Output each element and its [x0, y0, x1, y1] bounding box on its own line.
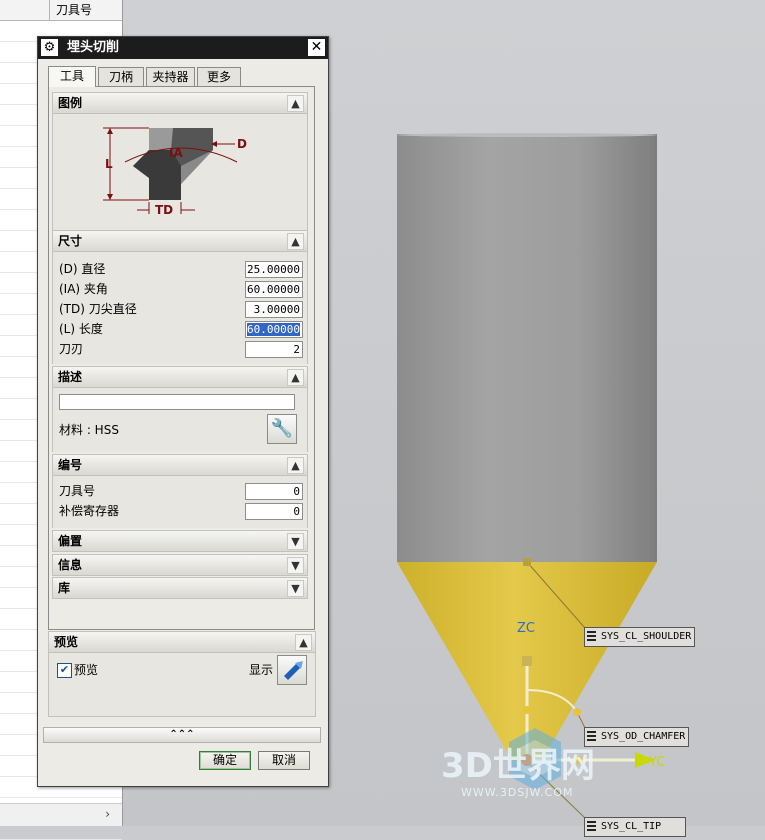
section-description-header[interactable]: 描述 ▲ — [52, 366, 308, 388]
axis-y-label: YC — [648, 755, 665, 770]
flutes-input[interactable]: 2 — [245, 341, 303, 358]
show-button[interactable] — [277, 655, 307, 685]
grip-icon — [587, 731, 596, 743]
section-description-label: 描述 — [58, 370, 83, 384]
section-library-header[interactable]: 库 ▼ — [52, 577, 308, 599]
collapse-icon[interactable]: ▲ — [287, 95, 304, 112]
dimensions-body: (D) 直径 25.00000 (IA) 夹角 60.00000 (TD) 刀尖… — [52, 252, 308, 364]
legend-body: L IA D TD — [52, 114, 308, 230]
dialog-title: 埋头切削 — [67, 40, 120, 55]
description-body: 材料 : HSS 🔧 — [52, 388, 308, 452]
tab-holder[interactable]: 刀柄 — [98, 67, 144, 87]
numbering-body: 刀具号 0 补偿寄存器 0 — [52, 476, 308, 528]
field-register-label: 补偿寄存器 — [59, 504, 120, 518]
preview-checkbox-label: 预览 — [74, 663, 99, 677]
diagram-label-l: L — [105, 157, 113, 171]
tag-cl-tip[interactable]: SYS_CL_TIP — [584, 817, 686, 837]
tag-label: SYS_CL_TIP — [601, 821, 662, 832]
more-options-toggle[interactable]: ⌃⌃⌃ — [43, 727, 321, 743]
tab-more[interactable]: 更多 — [197, 67, 241, 87]
section-offset-label: 偏置 — [58, 534, 83, 548]
collapse-icon[interactable]: ▲ — [287, 369, 304, 386]
angle-input[interactable]: 60.00000 — [245, 281, 303, 298]
cancel-button[interactable]: 取消 — [258, 751, 310, 770]
expand-icon[interactable]: ▼ — [287, 580, 304, 597]
diagram-label-ia: IA — [169, 146, 183, 160]
watermark-logo-text: 3D世界网 — [441, 746, 595, 786]
diagram-label-d: D — [237, 137, 247, 151]
collapse-icon[interactable]: ▲ — [287, 233, 304, 250]
field-length-label: (L) 长度 — [59, 322, 103, 336]
tag-label: SYS_OD_CHAMFER — [601, 731, 686, 742]
description-input[interactable] — [59, 394, 295, 410]
tag-label: SYS_CL_SHOULDER — [601, 631, 692, 642]
section-dimensions-header[interactable]: 尺寸 ▲ — [52, 230, 308, 252]
diameter-input[interactable]: 25.00000 — [245, 261, 303, 278]
dialog-titlebar[interactable]: ⚙ 埋头切削 ✕ — [38, 37, 328, 59]
axis-z-label: ZC — [517, 621, 535, 636]
list-header: 刀具号 — [0, 0, 122, 21]
section-preview-label: 预览 — [54, 635, 79, 649]
scroll-right-icon[interactable]: › — [105, 807, 110, 821]
grip-icon — [587, 821, 596, 833]
field-diameter-label: (D) 直径 — [59, 262, 106, 276]
section-info-header[interactable]: 信息 ▼ — [52, 554, 308, 576]
tab-clamp[interactable]: 夹持器 — [146, 67, 195, 87]
section-legend-label: 图例 — [58, 96, 83, 110]
section-offset-header[interactable]: 偏置 ▼ — [52, 530, 308, 552]
tip-diameter-input[interactable]: 3.00000 — [245, 301, 303, 318]
section-library-label: 库 — [58, 581, 71, 595]
field-angle-label: (IA) 夹角 — [59, 282, 108, 296]
tag-od-chamfer[interactable]: SYS_OD_CHAMFER — [584, 727, 689, 747]
grip-icon — [587, 631, 596, 643]
watermark-url: WWW.3DSJW.COM — [461, 786, 574, 799]
preview-checkbox[interactable]: ✔ — [57, 663, 72, 678]
collapse-icon[interactable]: ▲ — [295, 634, 312, 651]
gear-icon[interactable]: ⚙ — [41, 39, 58, 56]
section-info-label: 信息 — [58, 558, 83, 572]
tag-cl-shoulder[interactable]: SYS_CL_SHOULDER — [584, 627, 695, 647]
section-legend-header[interactable]: 图例 ▲ — [52, 92, 308, 114]
countersink-dialog: ⚙ 埋头切削 ✕ 工具 刀柄 夹持器 更多 图例 ▲ L IA D TD 尺寸 … — [37, 36, 329, 787]
register-input[interactable]: 0 — [245, 503, 303, 520]
material-label: 材料 : HSS — [59, 423, 119, 437]
expand-icon[interactable]: ▼ — [287, 557, 304, 574]
countersink-diagram: L IA D TD — [103, 127, 247, 217]
close-button[interactable]: ✕ — [308, 39, 325, 56]
flashlight-icon — [284, 661, 303, 680]
expand-icon[interactable]: ▼ — [287, 533, 304, 550]
preview-body: ✔ 预览 显示 — [48, 653, 316, 717]
horizontal-scrollbar[interactable]: › — [0, 803, 122, 826]
length-input[interactable]: 60.00000 — [245, 321, 303, 338]
preview-group: 预览 ▲ ✔ 预览 显示 — [48, 631, 316, 723]
column-header-tool-number[interactable]: 刀具号 — [49, 0, 92, 20]
wrench-icon: 🔧 — [270, 418, 294, 439]
field-flutes-label: 刀刃 — [59, 342, 84, 356]
tool-number-input[interactable]: 0 — [245, 483, 303, 500]
diagram-label-td: TD — [155, 203, 173, 217]
tool-shank — [397, 134, 657, 562]
section-numbering-label: 编号 — [58, 458, 83, 472]
ok-button[interactable]: 确定 — [199, 751, 251, 770]
material-wrench-button[interactable]: 🔧 — [267, 414, 297, 444]
collapse-icon[interactable]: ▲ — [287, 457, 304, 474]
section-dimensions-label: 尺寸 — [58, 234, 83, 248]
tab-tool[interactable]: 工具 — [48, 66, 96, 87]
tool-tab-panel: 图例 ▲ L IA D TD 尺寸 ▲ (D) 直径 25.00000 (IA)… — [48, 86, 315, 630]
section-preview-header[interactable]: 预览 ▲ — [48, 631, 316, 653]
field-tip-diameter-label: (TD) 刀尖直径 — [59, 302, 137, 316]
show-label: 显示 — [249, 663, 274, 677]
field-tool-number-label: 刀具号 — [59, 484, 96, 498]
section-numbering-header[interactable]: 编号 ▲ — [52, 454, 308, 476]
